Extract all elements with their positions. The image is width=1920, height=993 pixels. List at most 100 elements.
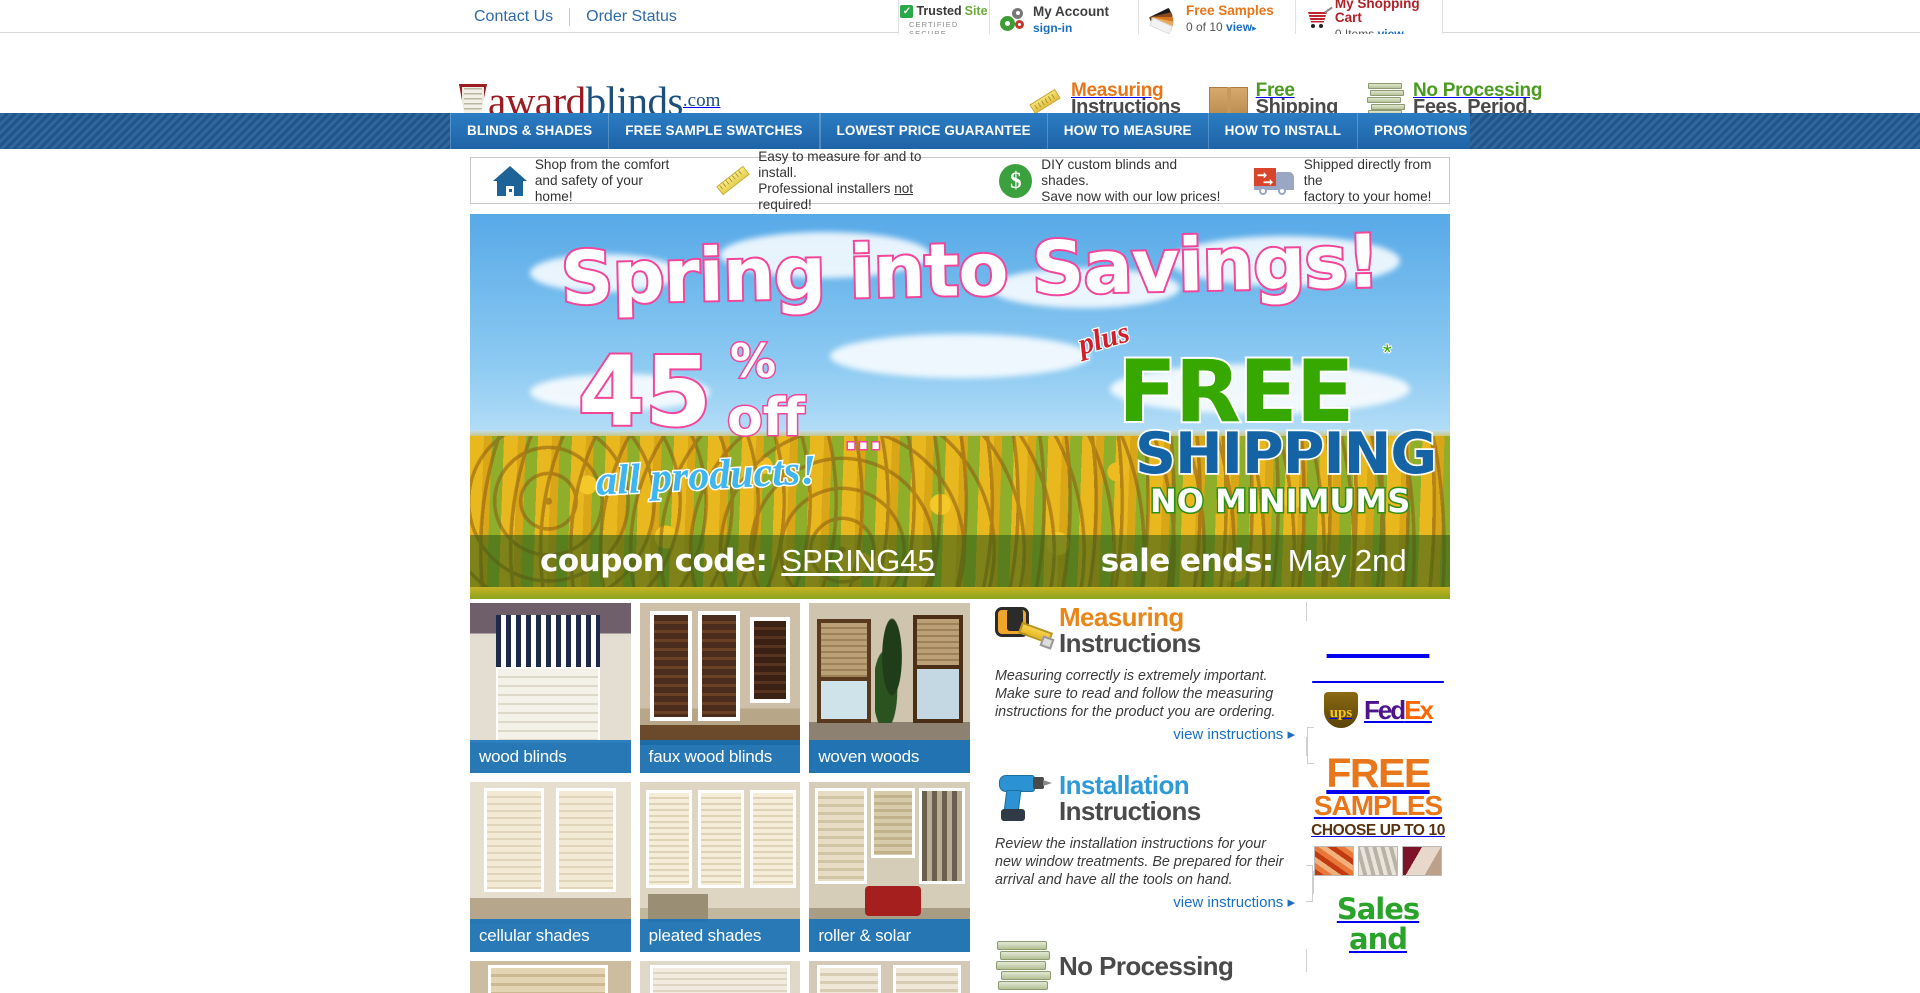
trustedsite-word1: Trusted — [916, 4, 962, 18]
free-samples-choose: CHOOSE UP TO 10 — [1311, 822, 1445, 839]
view-installation-instructions-link[interactable]: view instructions ▸ — [995, 893, 1295, 911]
tile-caption: wood blinds — [470, 740, 631, 773]
info-title-line1: No Processing — [1059, 951, 1234, 981]
benefits-bar: Shop from the comfort and safety of your… — [470, 149, 1450, 212]
fedex-logo-icon: FedEx — [1363, 694, 1434, 726]
shopping-cart-icon — [1306, 6, 1333, 31]
tile-caption: cellular shades — [470, 919, 631, 952]
benefit-line2: Save now with our low prices! — [1041, 188, 1221, 204]
tile-wood-blinds[interactable]: wood blinds — [470, 603, 631, 773]
order-status-link[interactable]: Order Status — [570, 0, 693, 33]
view-measuring-instructions-link[interactable]: view instructions ▸ — [995, 725, 1295, 743]
hero-shipping-label: SHIPPING — [1133, 419, 1439, 489]
benefit-line2-underlined: not — [894, 180, 914, 196]
carrier-logos: ups FedEx — [1306, 684, 1450, 738]
benefit-line2: and safety of your home! — [534, 172, 643, 204]
nav-how-to-measure[interactable]: HOW TO MEASURE — [1048, 113, 1209, 149]
free-samples-samples: SAMPLES — [1313, 790, 1443, 821]
free-samples-status: 0 of 10 view▸ — [1186, 20, 1274, 35]
tile-row3-3[interactable] — [809, 961, 971, 993]
hero-no-minimums: NO MINIMUMS — [1148, 481, 1411, 522]
free-shipping-banner: FREE SHIPPING* — [1306, 619, 1450, 685]
tile-caption: woven woods — [809, 740, 971, 773]
ups-logo-icon: ups — [1323, 692, 1358, 728]
hero-coupon-band: coupon code: SPRING45 sale ends: May 2nd — [470, 535, 1450, 587]
nav-blinds-and-shades[interactable]: BLINDS & SHADES — [450, 113, 610, 149]
trustedsite-word2: Site — [964, 4, 988, 18]
tape-measure-icon — [1029, 82, 1064, 116]
main-navigation: BLINDS & SHADES FREE SAMPLE SWATCHES LOW… — [0, 113, 1920, 149]
header-promo-text: Free Shipping — [1256, 81, 1339, 117]
info-title-line1: Installation — [1059, 770, 1190, 800]
sample-thumbnails — [1306, 846, 1450, 876]
house-icon — [493, 165, 527, 196]
tile-woven-woods[interactable]: woven woods — [809, 603, 971, 773]
product-tile-grid: wood blinds faux wood blinds woven woods… — [470, 603, 971, 993]
benefit-diy-savings: $ DIY custom blinds and shades. Save now… — [999, 157, 1222, 205]
tile-caption: roller & solar — [809, 919, 971, 952]
sales-card-line1: Sales and — [1335, 892, 1421, 956]
benefit-line1: Shop from the comfort — [534, 156, 670, 172]
tile-row3-1[interactable] — [470, 961, 631, 993]
hero-promo-banner[interactable]: Spring into Savings! 45 % off ... all pr… — [470, 214, 1450, 599]
sales-and-promotions-card[interactable]: Sales and — [1306, 871, 1450, 972]
header-promo-text: No Processing Fees. Period. — [1413, 81, 1542, 117]
free-shipping-shipping: SHIPPING* — [1312, 655, 1444, 685]
sample-thumb-1 — [1314, 846, 1354, 876]
info-title-line2: Instructions — [1059, 796, 1201, 826]
money-stack-icon — [995, 939, 1053, 993]
tile-row3-2[interactable] — [639, 961, 801, 993]
benefit-easy-to-measure: Easy to measure for and to install. Prof… — [714, 149, 963, 213]
tape-measure-icon — [995, 603, 1055, 657]
coupon-code-value: SPRING45 — [781, 543, 935, 578]
hero-bottom-edge — [470, 587, 1450, 599]
drill-icon — [995, 771, 1053, 825]
content-area: wood blinds faux wood blinds woven woods… — [470, 602, 1450, 993]
fedex-fed: Fed — [1363, 694, 1406, 725]
free-samples-free: FREE — [1326, 750, 1431, 796]
tile-caption: faux wood blinds — [639, 740, 801, 773]
sample-thumb-2 — [1358, 846, 1398, 876]
sale-ends-label: sale ends: — [1100, 543, 1274, 579]
free-samples-view-link[interactable]: view — [1226, 20, 1252, 34]
nav-how-to-install[interactable]: HOW TO INSTALL — [1209, 113, 1359, 149]
header-promo-shipping[interactable]: Free Shipping — [1208, 81, 1339, 117]
nav-promotions[interactable]: PROMOTIONS — [1358, 113, 1485, 149]
info-column: Measuring Instructions Measuring correct… — [995, 603, 1295, 993]
benefit-line2-b: required! — [758, 196, 812, 212]
box-icon — [1208, 83, 1249, 115]
benefit-line2: factory to your home! — [1303, 188, 1432, 204]
info-block-no-processing: No Processing — [995, 939, 1295, 993]
free-samples-title: Free Samples — [1186, 3, 1274, 18]
header-promos: Measuring Instructions Free Shipping No … — [1029, 81, 1570, 117]
header-promo-no-fees[interactable]: No Processing Fees. Period. — [1366, 81, 1542, 117]
header-promo-text: Measuring Instructions — [1071, 81, 1181, 117]
tile-cellular-shades[interactable]: cellular shades — [470, 782, 631, 952]
coupon-code-label: coupon code: — [540, 543, 768, 579]
caret-right-icon: ▸ — [1252, 23, 1257, 33]
sign-in-link[interactable]: sign-in — [1033, 21, 1072, 35]
info-title: No Processing — [1059, 951, 1234, 981]
ruler-icon — [714, 165, 751, 197]
nav-free-sample-swatches[interactable]: FREE SAMPLE SWATCHES — [609, 113, 820, 149]
info-title-line2: Instructions — [1059, 628, 1201, 658]
info-body-text: Measuring correctly is extremely importa… — [995, 668, 1276, 720]
my-account-text: My Account sign-in — [1033, 4, 1109, 35]
benefit-line2-a: Professional installers — [758, 180, 895, 196]
check-icon: ✓ — [900, 4, 914, 18]
header-promo-measuring[interactable]: Measuring Instructions — [1029, 81, 1181, 117]
contact-us-link[interactable]: Contact Us — [458, 0, 569, 33]
tile-roller-and-solar[interactable]: roller & solar — [809, 782, 971, 952]
info-block-measuring: Measuring Instructions Measuring correct… — [995, 603, 1295, 743]
tile-caption: pleated shades — [639, 919, 801, 952]
tile-pleated-shades[interactable]: pleated shades — [639, 782, 801, 952]
sign-in-row: sign-in — [1033, 21, 1109, 35]
trustedsite-row: ✓ Trusted Site — [900, 4, 988, 18]
shopping-cart-title: My Shopping Cart — [1334, 0, 1420, 25]
hero-asterisk: * — [1382, 339, 1392, 366]
free-shipping-card[interactable]: FREE SHIPPING* ups FedEx — [1306, 602, 1450, 756]
free-samples-text: Free Samples 0 of 10 view▸ — [1186, 4, 1274, 35]
free-samples-card[interactable]: FREE SAMPLES CHOOSE UP TO 10 — [1306, 727, 1450, 902]
nav-lowest-price-guarantee[interactable]: LOWEST PRICE GUARANTEE — [821, 113, 1048, 149]
tile-faux-wood-blinds[interactable]: faux wood blinds — [639, 603, 801, 773]
